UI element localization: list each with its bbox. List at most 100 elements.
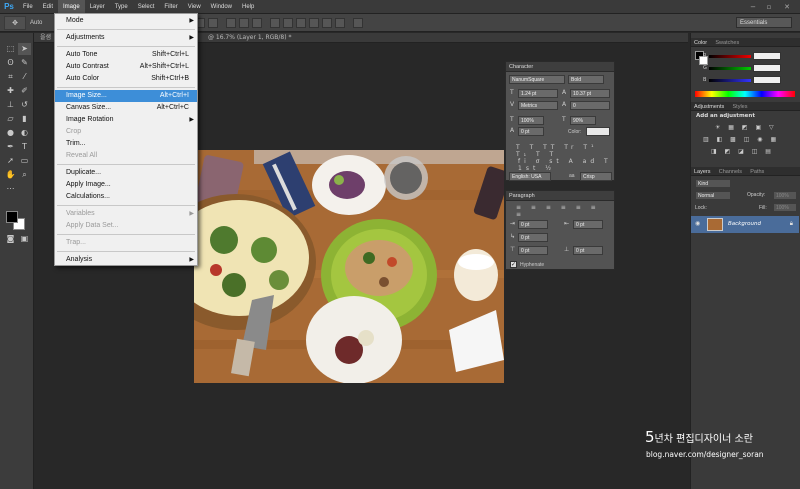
- fill-field[interactable]: 100%: [773, 203, 797, 212]
- tab-swatches[interactable]: Swatches: [712, 39, 742, 48]
- blur-tool-icon[interactable]: ●: [4, 127, 17, 139]
- tab-adjustments[interactable]: Adjustments: [691, 103, 727, 112]
- align-left-icon[interactable]: [226, 17, 237, 28]
- text-style-buttons-icon[interactable]: T T TT Tr T¹ T₁ T T: [516, 144, 614, 158]
- tab-color[interactable]: Color: [691, 39, 710, 48]
- more-tools-icon[interactable]: ⋯: [4, 183, 17, 195]
- align-right-icon[interactable]: [252, 17, 263, 28]
- maximize-button[interactable]: ▫: [762, 0, 776, 14]
- menu-item-image-rotation[interactable]: Image Rotation ▶: [55, 114, 197, 126]
- auto-align-icon[interactable]: [353, 17, 364, 28]
- lasso-tool-icon[interactable]: ʘ: [4, 57, 17, 69]
- tab-channels[interactable]: Channels: [716, 168, 745, 177]
- blue-slider[interactable]: [709, 79, 751, 82]
- hand-tool-icon[interactable]: ✋: [4, 169, 17, 181]
- quick-mask-icon[interactable]: ◙: [4, 233, 17, 245]
- paragraph-panel-title[interactable]: Paragraph: [506, 191, 614, 201]
- distribute-bottom-icon[interactable]: [296, 17, 307, 28]
- canvas-photo[interactable]: [194, 150, 504, 383]
- pen-tool-icon[interactable]: ✒: [4, 141, 17, 153]
- antialias-select[interactable]: Crisp: [580, 172, 612, 181]
- distribute-left-icon[interactable]: [309, 17, 320, 28]
- layer-row-background[interactable]: ◉ Background 🔒︎: [691, 216, 799, 233]
- crop-tool-icon[interactable]: ⌗: [4, 71, 17, 83]
- menu-item-canvas-size[interactable]: Canvas Size... Alt+Ctrl+C: [55, 102, 197, 114]
- menu-view[interactable]: View: [183, 0, 206, 14]
- menu-layer[interactable]: Layer: [85, 0, 110, 14]
- adjustment-icons-row1-icon[interactable]: ☀ ▦ ◩ ▣ ▽: [715, 124, 777, 131]
- menu-edit[interactable]: Edit: [38, 0, 58, 14]
- menu-item-image-size[interactable]: Image Size... Alt+Ctrl+I: [55, 90, 197, 102]
- menu-file[interactable]: File: [18, 0, 38, 14]
- menu-image[interactable]: Image: [58, 0, 85, 14]
- menu-item-auto-color[interactable]: Auto Color Shift+Ctrl+B: [55, 73, 197, 85]
- green-value-field[interactable]: [753, 64, 781, 72]
- distribute-middle-icon[interactable]: [283, 17, 294, 28]
- tab-paths[interactable]: Paths: [747, 168, 767, 177]
- alignment-buttons-icon[interactable]: ≡ ≡ ≡ ≡ ≡ ≡ ≡: [516, 204, 614, 218]
- close-button[interactable]: ✕: [780, 0, 794, 14]
- distribute-right-icon[interactable]: [335, 17, 346, 28]
- font-size-field[interactable]: 1.24 pt: [518, 89, 558, 98]
- align-center-icon[interactable]: [239, 17, 250, 28]
- blue-value-field[interactable]: [753, 76, 781, 84]
- shape-tool-icon[interactable]: ▭: [18, 155, 31, 167]
- menu-item-analysis[interactable]: Analysis ▶: [55, 254, 197, 266]
- opentype-buttons-icon[interactable]: fi ơ st A ad T 1st ½: [518, 158, 614, 172]
- color-spectrum-bar[interactable]: [695, 91, 795, 97]
- gradient-tool-icon[interactable]: ▮: [18, 113, 31, 125]
- healing-brush-tool-icon[interactable]: ✚: [4, 85, 17, 97]
- path-select-tool-icon[interactable]: ➚: [4, 155, 17, 167]
- move-tool-preset-icon[interactable]: ✥: [4, 15, 26, 30]
- green-slider[interactable]: [709, 67, 751, 70]
- adjustment-icons-row2-icon[interactable]: ▥ ◧ ▩ ◫ ◉ ▦: [703, 136, 779, 143]
- language-select[interactable]: English: USA: [509, 172, 551, 181]
- tab-styles[interactable]: Styles: [730, 103, 751, 112]
- zoom-tool-icon[interactable]: ⌕: [18, 169, 31, 181]
- auto-select-label[interactable]: Auto: [30, 20, 42, 26]
- indent-right-field[interactable]: 0 pt: [573, 220, 603, 229]
- space-after-field[interactable]: 0 pt: [573, 246, 603, 255]
- red-value-field[interactable]: [753, 52, 781, 60]
- dodge-tool-icon[interactable]: ◐: [18, 127, 31, 139]
- brush-tool-icon[interactable]: ✐: [18, 85, 31, 97]
- marquee-tool-icon[interactable]: ⬚: [4, 43, 17, 55]
- menu-item-duplicate[interactable]: Duplicate...: [55, 167, 197, 179]
- space-before-field[interactable]: 0 pt: [518, 246, 548, 255]
- red-slider[interactable]: [709, 55, 751, 58]
- menu-item-auto-tone[interactable]: Auto Tone Shift+Ctrl+L: [55, 49, 197, 61]
- leading-field[interactable]: 10.37 pt: [570, 89, 610, 98]
- eraser-tool-icon[interactable]: ▱: [4, 113, 17, 125]
- text-color-swatch[interactable]: [586, 127, 610, 136]
- horizontal-scale-field[interactable]: 90%: [570, 116, 596, 125]
- menu-item-mode[interactable]: Mode ▶: [55, 15, 197, 27]
- character-panel-title[interactable]: Character: [506, 62, 614, 72]
- menu-item-adjustments[interactable]: Adjustments ▶: [55, 32, 197, 44]
- tracking-field[interactable]: 0: [570, 101, 610, 110]
- workspace-select[interactable]: Essentials: [736, 17, 792, 28]
- menu-window[interactable]: Window: [206, 0, 237, 14]
- indent-left-field[interactable]: 0 pt: [518, 220, 548, 229]
- menu-item-auto-contrast[interactable]: Auto Contrast Alt+Shift+Ctrl+L: [55, 61, 197, 73]
- indent-first-line-field[interactable]: 0 pt: [518, 233, 548, 242]
- menu-item-trim[interactable]: Trim...: [55, 138, 197, 150]
- eyedropper-tool-icon[interactable]: ⁄: [18, 71, 31, 83]
- baseline-shift-field[interactable]: 0 pt: [518, 127, 544, 136]
- screen-mode-icon[interactable]: ▣: [18, 233, 31, 245]
- clone-stamp-tool-icon[interactable]: ⊥: [4, 99, 17, 111]
- tab-layers[interactable]: Layers: [691, 168, 714, 177]
- blend-mode-select[interactable]: Normal: [695, 191, 731, 200]
- layer-kind-filter[interactable]: Kind: [695, 179, 731, 188]
- menu-help[interactable]: Help: [237, 0, 259, 14]
- menu-item-apply-image[interactable]: Apply Image...: [55, 179, 197, 191]
- foreground-color-swatch[interactable]: [6, 211, 18, 223]
- visibility-eye-icon[interactable]: ◉: [695, 220, 700, 227]
- minimize-button[interactable]: −: [746, 0, 760, 14]
- menu-item-calculations[interactable]: Calculations...: [55, 191, 197, 203]
- hyphenate-checkbox[interactable]: ✓: [510, 261, 517, 268]
- kerning-field[interactable]: Metrics: [518, 101, 558, 110]
- font-family-select[interactable]: NanumSquare: [509, 75, 565, 84]
- menu-select[interactable]: Select: [133, 0, 160, 14]
- adjustment-icons-row3-icon[interactable]: ◨ ◩ ◪ ◫ ▤: [711, 148, 774, 155]
- type-tool-icon[interactable]: T: [18, 141, 31, 153]
